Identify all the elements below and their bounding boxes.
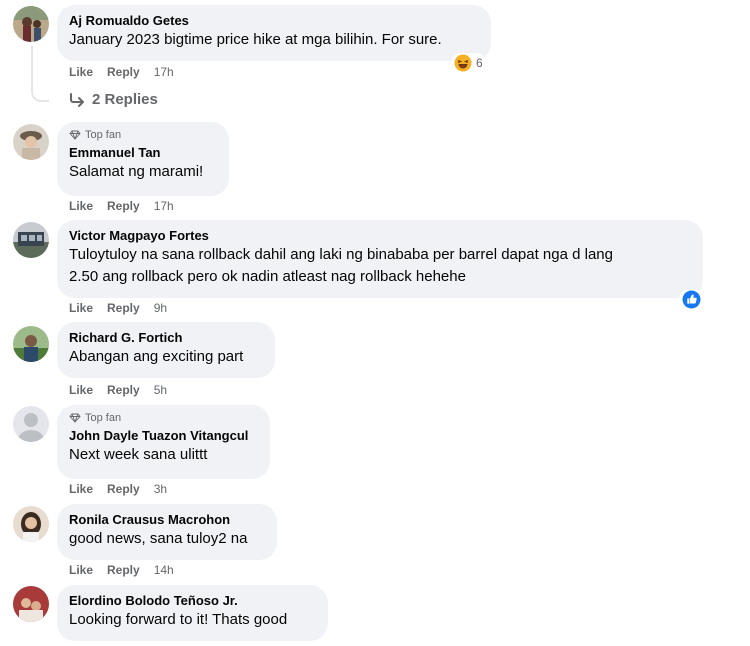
like-button[interactable]: Like <box>69 482 93 496</box>
comment-text: January 2023 bigtime price hike at mga b… <box>69 31 442 48</box>
replies-label: 2 Replies <box>92 91 158 108</box>
avatar[interactable] <box>13 586 49 622</box>
comment-bubble: Aj Romualdo Getes January 2023 bigtime p… <box>57 5 491 61</box>
badge-label: Top fan <box>85 129 122 141</box>
reply-button[interactable]: Reply <box>107 563 140 577</box>
comment-bubble: Richard G. Fortich Abangan ang exciting … <box>57 322 275 378</box>
comment-bubble: Victor Magpayo Fortes Tuloytuloy na sana… <box>57 220 703 298</box>
comment-bubble: Top fan John Dayle Tuazon Vitangcul Next… <box>57 405 270 479</box>
reaction-summary[interactable]: 6 <box>451 53 486 73</box>
avatar[interactable] <box>13 506 49 542</box>
comment-author[interactable]: Emmanuel Tan <box>69 144 217 161</box>
comment-text: Next week sana ulittt <box>69 446 208 463</box>
comment-author[interactable]: John Dayle Tuazon Vitangcul <box>69 427 258 444</box>
like-button[interactable]: Like <box>69 199 93 213</box>
view-replies-button[interactable]: 2 Replies <box>68 91 158 108</box>
comment-actions: Like Reply 9h <box>69 301 167 315</box>
avatar[interactable] <box>13 222 49 258</box>
reply-button[interactable]: Reply <box>107 301 140 315</box>
comment-bubble: Elordino Bolodo Teñoso Jr. Looking forwa… <box>57 585 328 641</box>
reply-button[interactable]: Reply <box>107 199 140 213</box>
avatar[interactable] <box>13 326 49 362</box>
comment-text: good news, sana tuloy2 na <box>69 530 248 547</box>
comment-time[interactable]: 5h <box>154 383 167 397</box>
comment-author[interactable]: Ronila Crausus Macrohon <box>69 511 265 528</box>
reply-button[interactable]: Reply <box>107 65 140 79</box>
reaction-summary[interactable] <box>679 289 704 310</box>
like-button[interactable]: Like <box>69 383 93 397</box>
comment-text-line-1: Tuloytuloy na sana rollback dahil ang la… <box>69 246 613 263</box>
avatar[interactable] <box>13 406 49 442</box>
comment-text: Salamat ng marami! <box>69 163 204 180</box>
comment-actions: Like Reply 5h <box>69 383 167 397</box>
comment-text-line-2: 2.50 ang rollback pero ok nadin atleast … <box>69 268 466 285</box>
reaction-count: 6 <box>476 56 483 70</box>
comment-actions: Like Reply 14h <box>69 563 174 577</box>
comment-author[interactable]: Aj Romualdo Getes <box>69 12 479 29</box>
reply-button[interactable]: Reply <box>107 383 140 397</box>
reply-button[interactable]: Reply <box>107 482 140 496</box>
comment-author[interactable]: Elordino Bolodo Teñoso Jr. <box>69 592 316 609</box>
thread-line <box>31 46 49 102</box>
comment-author[interactable]: Victor Magpayo Fortes <box>69 227 691 244</box>
comment-bubble: Ronila Crausus Macrohon good news, sana … <box>57 504 277 560</box>
default-avatar-icon <box>13 406 49 442</box>
comment-time[interactable]: 9h <box>154 301 167 315</box>
comment-time[interactable]: 3h <box>154 482 167 496</box>
reply-arrow-icon <box>70 92 84 107</box>
haha-icon <box>454 54 472 72</box>
avatar[interactable] <box>13 124 49 160</box>
comment-text: Looking forward to it! Thats good <box>69 611 288 628</box>
like-button[interactable]: Like <box>69 563 93 577</box>
comment-text: Abangan ang exciting part <box>69 348 244 365</box>
top-fan-badge: Top fan <box>69 412 258 424</box>
comment-actions: Like Reply 17h <box>69 199 174 213</box>
like-button[interactable]: Like <box>69 65 93 79</box>
comment-time[interactable]: 17h <box>154 65 174 79</box>
comment-bubble: Top fan Emmanuel Tan Salamat ng marami! <box>57 122 229 196</box>
comment-actions: Like Reply 17h <box>69 65 174 79</box>
diamond-icon <box>69 130 81 140</box>
comment-time[interactable]: 14h <box>154 563 174 577</box>
like-reaction-icon <box>682 290 701 309</box>
diamond-icon <box>69 413 81 423</box>
badge-label: Top fan <box>85 412 122 424</box>
avatar[interactable] <box>13 6 49 42</box>
comment-actions: Like Reply 3h <box>69 482 167 496</box>
comment-author[interactable]: Richard G. Fortich <box>69 329 263 346</box>
top-fan-badge: Top fan <box>69 129 217 141</box>
comment-time[interactable]: 17h <box>154 199 174 213</box>
like-button[interactable]: Like <box>69 301 93 315</box>
